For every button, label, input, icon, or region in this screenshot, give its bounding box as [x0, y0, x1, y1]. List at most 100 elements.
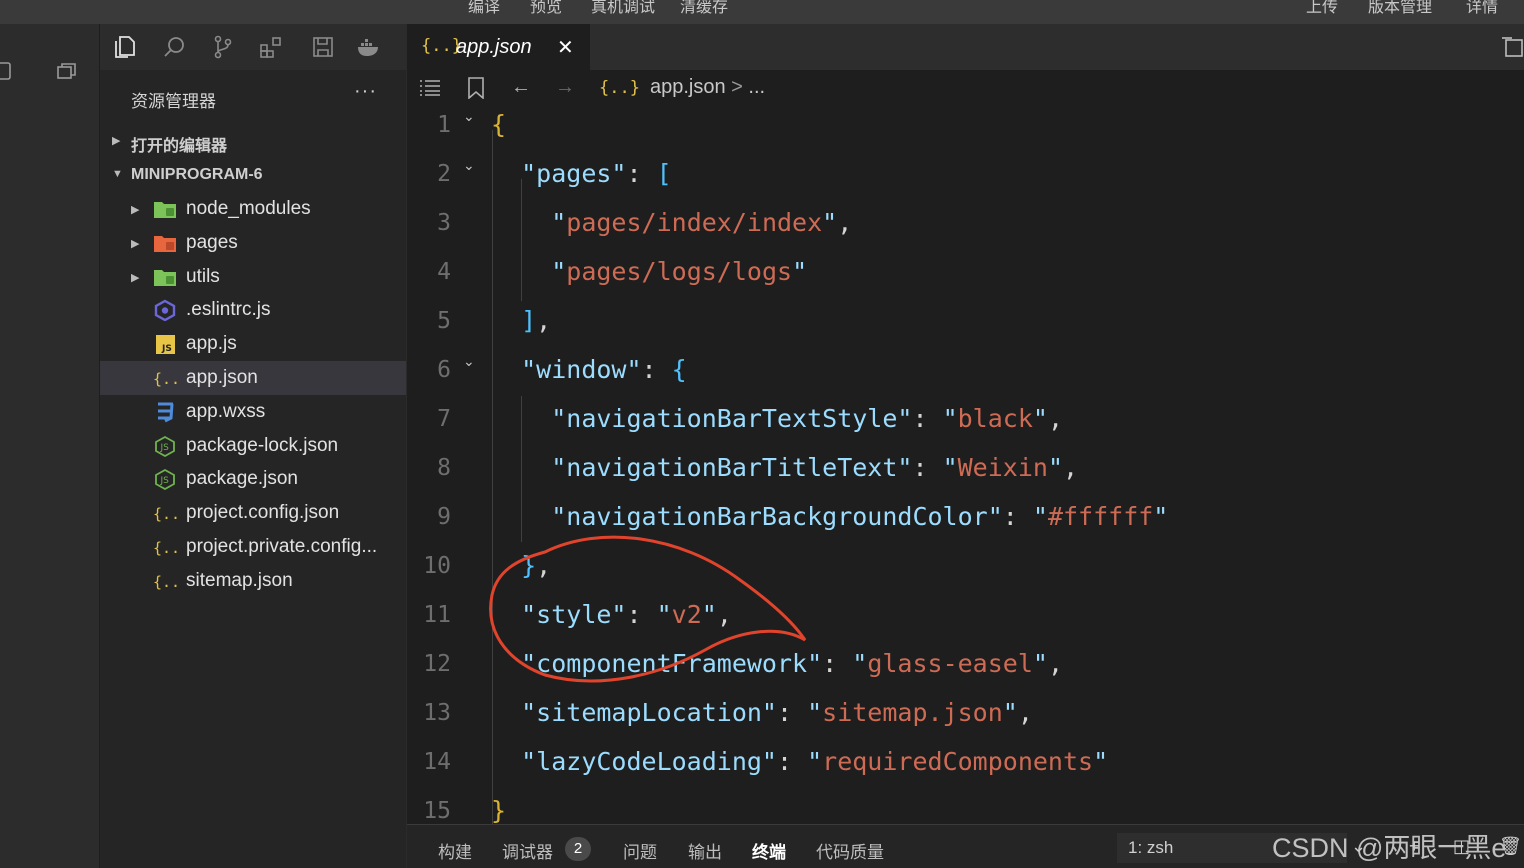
code-text: "navigationBarTitleText": "Weixin", [551, 453, 1079, 482]
svg-text:{..}: {..} [153, 539, 177, 557]
tab-problems[interactable]: 问题 [623, 838, 657, 863]
line-number: 13 [423, 700, 451, 726]
line-number: 8 [437, 455, 451, 481]
upload-button[interactable]: 上传 [1306, 0, 1338, 17]
window-icon[interactable] [56, 60, 78, 82]
tab-terminal[interactable]: 终端 [752, 838, 786, 863]
file-name: pages [186, 231, 238, 253]
save-icon[interactable] [310, 34, 336, 60]
code-line: 1 ⌄ { [407, 106, 1524, 155]
tab-code-quality[interactable]: 代码质量 [816, 838, 884, 863]
fold-chevron-icon[interactable]: ⌄ [463, 108, 475, 125]
tree-file[interactable]: app.wxss [100, 395, 406, 429]
search-icon[interactable] [162, 34, 188, 60]
line-number: 5 [437, 308, 451, 334]
open-editors-section[interactable]: ▶ 打开的编辑器 [100, 124, 406, 158]
bookmark-icon[interactable] [467, 77, 485, 99]
file-name: node_modules [186, 198, 311, 219]
tree-file[interactable]: {..} app.json [100, 361, 406, 395]
fold-chevron-icon[interactable]: ⌄ [463, 353, 475, 370]
forward-arrow-icon[interactable]: → [555, 76, 575, 99]
preview-button[interactable]: 预览 [530, 0, 562, 17]
compile-button[interactable]: 编译 [468, 0, 500, 17]
chevron-right-icon[interactable]: ▶ [131, 271, 139, 284]
folder-green-icon [153, 198, 177, 220]
code-line: 14 "lazyCodeLoading": "requiredComponent… [407, 743, 1524, 792]
tree-file[interactable]: JS app.js [100, 327, 406, 361]
code-line: 6 ⌄ "window": { [407, 351, 1524, 400]
tree-file[interactable]: {..} project.private.config... [100, 530, 406, 564]
chevron-right-icon[interactable]: ▶ [131, 203, 139, 216]
tree-file[interactable]: {..} sitemap.json [100, 564, 406, 598]
node-icon: JS [153, 468, 177, 491]
svg-text:{..}: {..} [153, 573, 177, 591]
project-section[interactable]: ▼ MINIPROGRAM-6 [100, 158, 406, 192]
tree-file[interactable]: .eslintrc.js [100, 293, 406, 327]
tree-folder[interactable]: ▶ pages [100, 226, 406, 260]
svg-text:{..}: {..} [153, 505, 177, 523]
tree-file[interactable]: {..} project.config.json [100, 496, 406, 530]
code-text: "navigationBarTextStyle": "black", [551, 404, 1064, 433]
fold-chevron-icon[interactable]: ⌄ [463, 157, 475, 174]
code-text: } [491, 796, 507, 824]
chevron-right-icon[interactable]: ▶ [131, 237, 139, 250]
code-text: "pages/index/index", [551, 208, 853, 237]
extensions-icon[interactable] [258, 34, 284, 60]
code-text: "componentFramework": "glass-easel", [521, 649, 1064, 678]
code-text: "lazyCodeLoading": "requiredComponents" [521, 747, 1109, 776]
json-icon: {..} [599, 78, 640, 98]
css-icon [153, 401, 177, 423]
chevron-right-icon: ▶ [112, 135, 121, 147]
tab-debugger[interactable]: 调试器 [502, 838, 553, 863]
file-name: package.json [186, 468, 298, 490]
tab-label: app.json [456, 36, 532, 58]
code-line: 15} [407, 792, 1524, 824]
tree-folder[interactable]: ▶ node_modules [100, 192, 406, 226]
code-text: "style": "v2", [521, 600, 732, 629]
split-editor-icon[interactable] [1500, 36, 1524, 58]
device-icon[interactable] [0, 60, 14, 82]
file-name: package-lock.json [186, 434, 339, 456]
remote-debug-button[interactable]: 真机调试 [591, 0, 655, 17]
tab-output[interactable]: 输出 [688, 838, 722, 863]
line-number: 1 [437, 112, 451, 138]
docker-icon[interactable] [356, 34, 382, 60]
back-arrow-icon[interactable]: ← [511, 76, 531, 99]
code-line: 5 ], [407, 302, 1524, 351]
node-icon: JS [153, 435, 177, 457]
line-number: 11 [423, 602, 451, 628]
code-text: "window": { [521, 355, 687, 384]
code-text: "sitemapLocation": "sitemap.json", [521, 698, 1033, 727]
tree-folder[interactable]: ▶ utils [100, 260, 406, 294]
watermark: CSDN @两眼一黑e [1272, 833, 1507, 863]
breadcrumb-file[interactable]: {..} app.json > ... [599, 76, 765, 99]
svg-text:JS: JS [160, 443, 170, 453]
code-line: 13 "sitemapLocation": "sitemap.json", [407, 694, 1524, 743]
details-button[interactable]: 详情 [1466, 0, 1498, 17]
list-icon[interactable] [419, 79, 441, 97]
code-text: "navigationBarBackgroundColor": "#ffffff… [551, 502, 1169, 531]
top-toolbar: 编译 预览 真机调试 清缓存 上传 版本管理 详情 [0, 0, 1524, 24]
clear-cache-button[interactable]: 清缓存 [680, 0, 728, 17]
source-control-icon[interactable] [210, 34, 236, 60]
tab-app-json[interactable]: {..} app.json ✕ [407, 24, 590, 70]
file-name: project.config.json [186, 502, 340, 524]
close-icon[interactable]: ✕ [557, 35, 574, 60]
line-number: 12 [423, 651, 451, 677]
open-editors-label: 打开的编辑器 [131, 138, 228, 155]
code-editor[interactable]: 1 ⌄{2 ⌄ "pages": [3 "pages/index/index", 4 … [407, 106, 1524, 824]
more-actions-button[interactable]: ··· [354, 80, 377, 103]
version-management-button[interactable]: 版本管理 [1368, 0, 1432, 17]
breadcrumb: ← → {..} app.json > ... [407, 70, 1524, 106]
svg-text:JS: JS [160, 476, 170, 486]
file-name: app.js [186, 333, 237, 355]
json-icon: {..} [153, 367, 189, 389]
code-text: "pages": [ [521, 159, 672, 188]
explorer-icon[interactable] [112, 34, 138, 60]
js-icon: JS [153, 333, 177, 355]
tree-file[interactable]: JS package.json [100, 462, 406, 496]
debugger-count-badge: 2 [565, 837, 591, 861]
tree-file[interactable]: JS package-lock.json [100, 429, 406, 463]
tab-build[interactable]: 构建 [438, 838, 472, 863]
line-number: 9 [437, 504, 451, 530]
